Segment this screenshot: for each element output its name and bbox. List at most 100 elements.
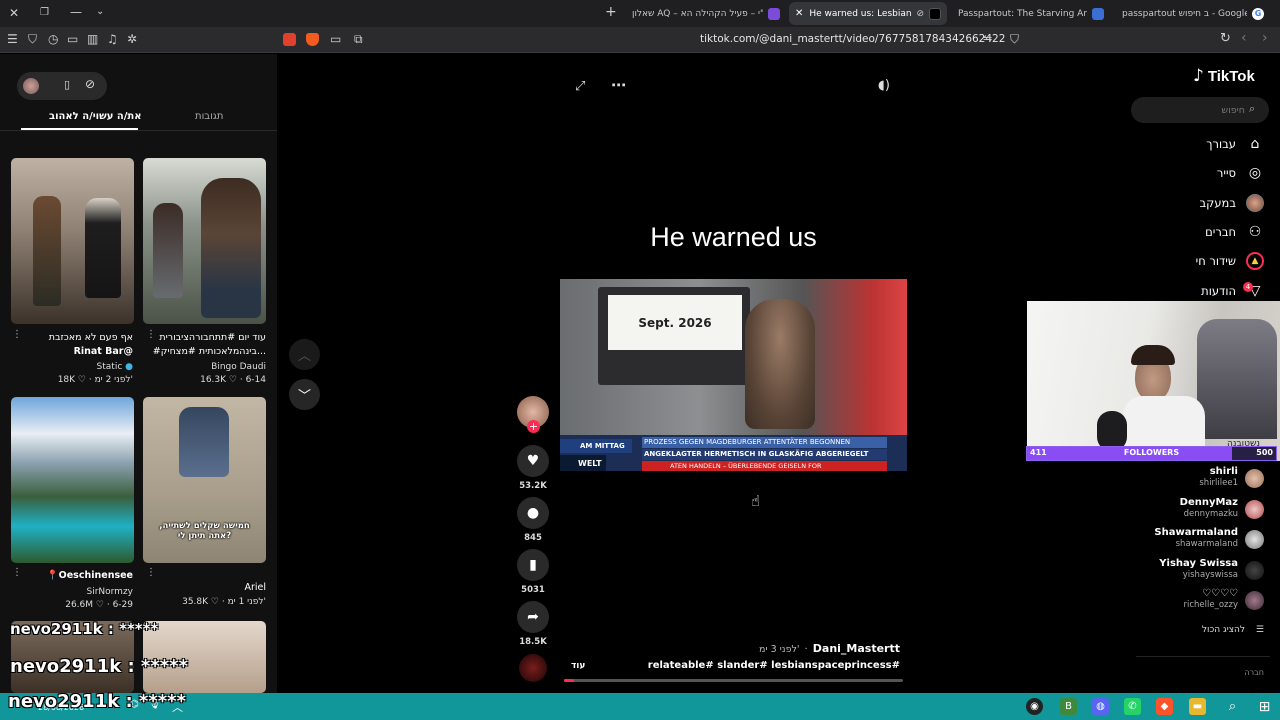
comment-icon: ● — [526, 505, 540, 521]
history-icon[interactable]: ◷ — [48, 32, 58, 46]
b-app-icon[interactable]: B — [1060, 698, 1077, 715]
rewards-icon[interactable] — [283, 33, 296, 46]
following-account[interactable]: Yishay Swissa yishayswissa — [1124, 557, 1264, 585]
reload-icon[interactable]: ↻ — [1220, 32, 1231, 46]
ticker-segment-label: AM MITTAG — [560, 439, 632, 453]
windows-taskbar: 28/08/2026 ︿ 🔈 ⌬ 🎙 ◉ B ◍ ✆ ◆ ▬ ⌕ ⊞ — [0, 693, 1280, 720]
brave-icon[interactable]: ◆ — [1156, 698, 1173, 715]
card-figure — [179, 407, 229, 477]
video-progress-track[interactable] — [564, 679, 903, 682]
following-account[interactable]: Shawarmaland shawarmaland — [1124, 526, 1264, 554]
cast-icon[interactable]: ▭ — [330, 32, 341, 46]
obs-icon[interactable]: ◉ — [1026, 698, 1043, 715]
sound-disc-icon[interactable] — [519, 654, 547, 682]
card-options-icon[interactable]: ⋮ — [146, 567, 156, 578]
video-card[interactable] — [11, 158, 134, 324]
volume-icon[interactable]: ◖) — [878, 78, 890, 93]
card-options-icon[interactable]: ⋮ — [12, 329, 22, 340]
brave-shield-icon[interactable] — [306, 33, 319, 46]
shield-icon[interactable]: ⛉ — [28, 32, 37, 46]
video-age: לפני 3 ימ' — [758, 644, 800, 655]
music-icon[interactable]: ♫ — [107, 32, 118, 46]
footer-company-link[interactable]: חברה — [1220, 668, 1264, 677]
new-tab-icon[interactable]: + — [605, 5, 617, 19]
forward-icon[interactable]: › — [1262, 31, 1268, 45]
menu-icon[interactable]: ☰ — [7, 32, 18, 46]
tab-google-search[interactable]: passpartout ב חיפוש - Google G — [1116, 2, 1274, 25]
nav-for-you[interactable]: עבורך ⌂ — [1206, 133, 1264, 155]
video-hashtags[interactable]: relateable# slander# lesbianspaceprinces… — [580, 660, 900, 671]
tiktok-note-icon: ♪ — [1193, 66, 1204, 86]
comment-button[interactable]: ● — [517, 497, 549, 529]
compass-small-icon[interactable]: ⊘ — [85, 77, 95, 91]
card-options-icon[interactable]: ⋮ — [146, 329, 156, 340]
like-button[interactable]: ♥ — [517, 445, 549, 477]
fullscreen-icon[interactable]: ⤢ — [575, 79, 585, 94]
whatsapp-icon[interactable]: ✆ — [1124, 698, 1141, 715]
close-window-icon[interactable]: ✕ — [9, 6, 19, 20]
survey-favicon-icon — [768, 7, 780, 20]
card-figure-gorilla — [201, 178, 261, 318]
minimize-window-icon[interactable]: — — [70, 5, 82, 19]
video-card[interactable] — [143, 158, 266, 324]
avatar — [1245, 469, 1264, 488]
ticker-line-1: PROZESS GEGEN MAGDEBURGER ATTENTÄTER BEG… — [642, 437, 887, 448]
tabs-icon[interactable]: ▭ — [67, 32, 78, 46]
card-options-icon[interactable]: ⋮ — [12, 567, 22, 578]
search-input[interactable] — [1145, 102, 1245, 118]
save-button[interactable]: ▮ — [517, 549, 549, 581]
restore-window-icon[interactable]: ❐ — [40, 6, 49, 20]
nav-friends[interactable]: חברים ⚇ — [1205, 221, 1264, 243]
share-button[interactable]: ➦ — [517, 601, 549, 633]
webcam-microphone — [1097, 411, 1127, 451]
mobile-icon[interactable]: ▯ — [64, 78, 70, 91]
separator-dot: · — [804, 644, 808, 655]
tab-survey[interactable]: שאלון AQ – אס"י – פעיל הקהילה הא — [626, 2, 786, 25]
file-explorer-icon[interactable]: ▬ — [1189, 698, 1206, 715]
translate-icon[interactable]: ⧉ — [354, 32, 363, 46]
following-account[interactable]: shirli shirlilee1 — [1124, 465, 1264, 493]
search-taskbar-icon[interactable]: ⌕ — [1224, 698, 1241, 715]
tab-tiktok-active[interactable]: ✕ He warned us: Lesbian Space ⊘ — [789, 2, 947, 25]
site-settings-icon[interactable]: ⇋ — [983, 32, 992, 46]
nav-explore[interactable]: סייר ◎ — [1217, 162, 1264, 184]
video-card[interactable]: חמישה שקלים לשתייה, אתה תיתן לי? — [143, 397, 266, 563]
tab-audio-icon[interactable]: ⊘ — [916, 9, 924, 19]
video-author[interactable]: Dani_Mastertt — [813, 642, 900, 655]
nav-live[interactable]: שידור חי ▲ — [1196, 250, 1264, 272]
more-options-icon[interactable]: ⋯ — [611, 76, 626, 94]
following-account[interactable]: DennyMaz dennymazku — [1124, 496, 1264, 524]
tiktok-logo[interactable]: ♪ TikTok — [1193, 66, 1255, 86]
nav-inbox[interactable]: הודעות ▽ — [1201, 280, 1264, 302]
tab-comments[interactable]: תגובות — [195, 111, 224, 122]
video-card[interactable] — [11, 397, 134, 563]
card-title: אף פעם לא מאכזבת — [48, 332, 133, 343]
discord-icon[interactable]: ◍ — [1092, 698, 1109, 715]
tab-list-chevron-icon[interactable]: ⌄ — [96, 5, 104, 19]
inbox-badge: 4 — [1243, 282, 1253, 292]
tab-you-may-like[interactable]: את/ה עשוי/ה לאהוב — [49, 111, 141, 122]
following-account[interactable]: ♡♡♡♡ richelle_ozzy — [1124, 587, 1264, 615]
sidebar-divider — [1136, 656, 1270, 657]
search-box[interactable]: ⌕ — [1131, 97, 1269, 123]
nav-following[interactable]: במעקב — [1200, 192, 1264, 214]
news-ticker: AM MITTAG WELT PROZESS GEGEN MAGDEBURGER… — [560, 435, 907, 471]
bookmark-icon[interactable]: ⛉ — [1010, 32, 1019, 46]
see-all-link[interactable]: להציג הכול ☰ — [1140, 625, 1264, 635]
tab-passpartout-article[interactable]: Passpartout: The Starving Artist on St — [952, 2, 1110, 25]
user-avatar-icon[interactable] — [23, 78, 39, 94]
video-frame[interactable]: Sept. 2026 AM MITTAG WELT PROZESS GEGEN … — [560, 279, 907, 471]
previous-video-button[interactable]: ︿ — [289, 339, 320, 370]
back-icon[interactable]: ‹ — [1241, 31, 1247, 45]
follow-plus-icon[interactable]: + — [527, 420, 540, 433]
windows-start-icon[interactable]: ⊞ — [1256, 698, 1273, 715]
see-more-link[interactable]: עוד — [571, 661, 585, 671]
sidebar-icon[interactable]: ▥ — [87, 32, 98, 46]
browser-toolbar: ☰ ⛉ ◷ ▭ ▥ ♫ ✲ ▭ ⧉ tiktok.com/@dani_maste… — [0, 27, 1280, 53]
sept-2026-sign: Sept. 2026 — [608, 295, 742, 350]
extensions-icon[interactable]: ✲ — [127, 32, 137, 46]
like-count: 53.2K — [519, 481, 547, 491]
url-text[interactable]: tiktok.com/@dani_mastertt/video/76775817… — [700, 33, 1005, 45]
close-tab-icon[interactable]: ✕ — [795, 8, 803, 19]
next-video-button[interactable]: ﹀ — [289, 379, 320, 410]
